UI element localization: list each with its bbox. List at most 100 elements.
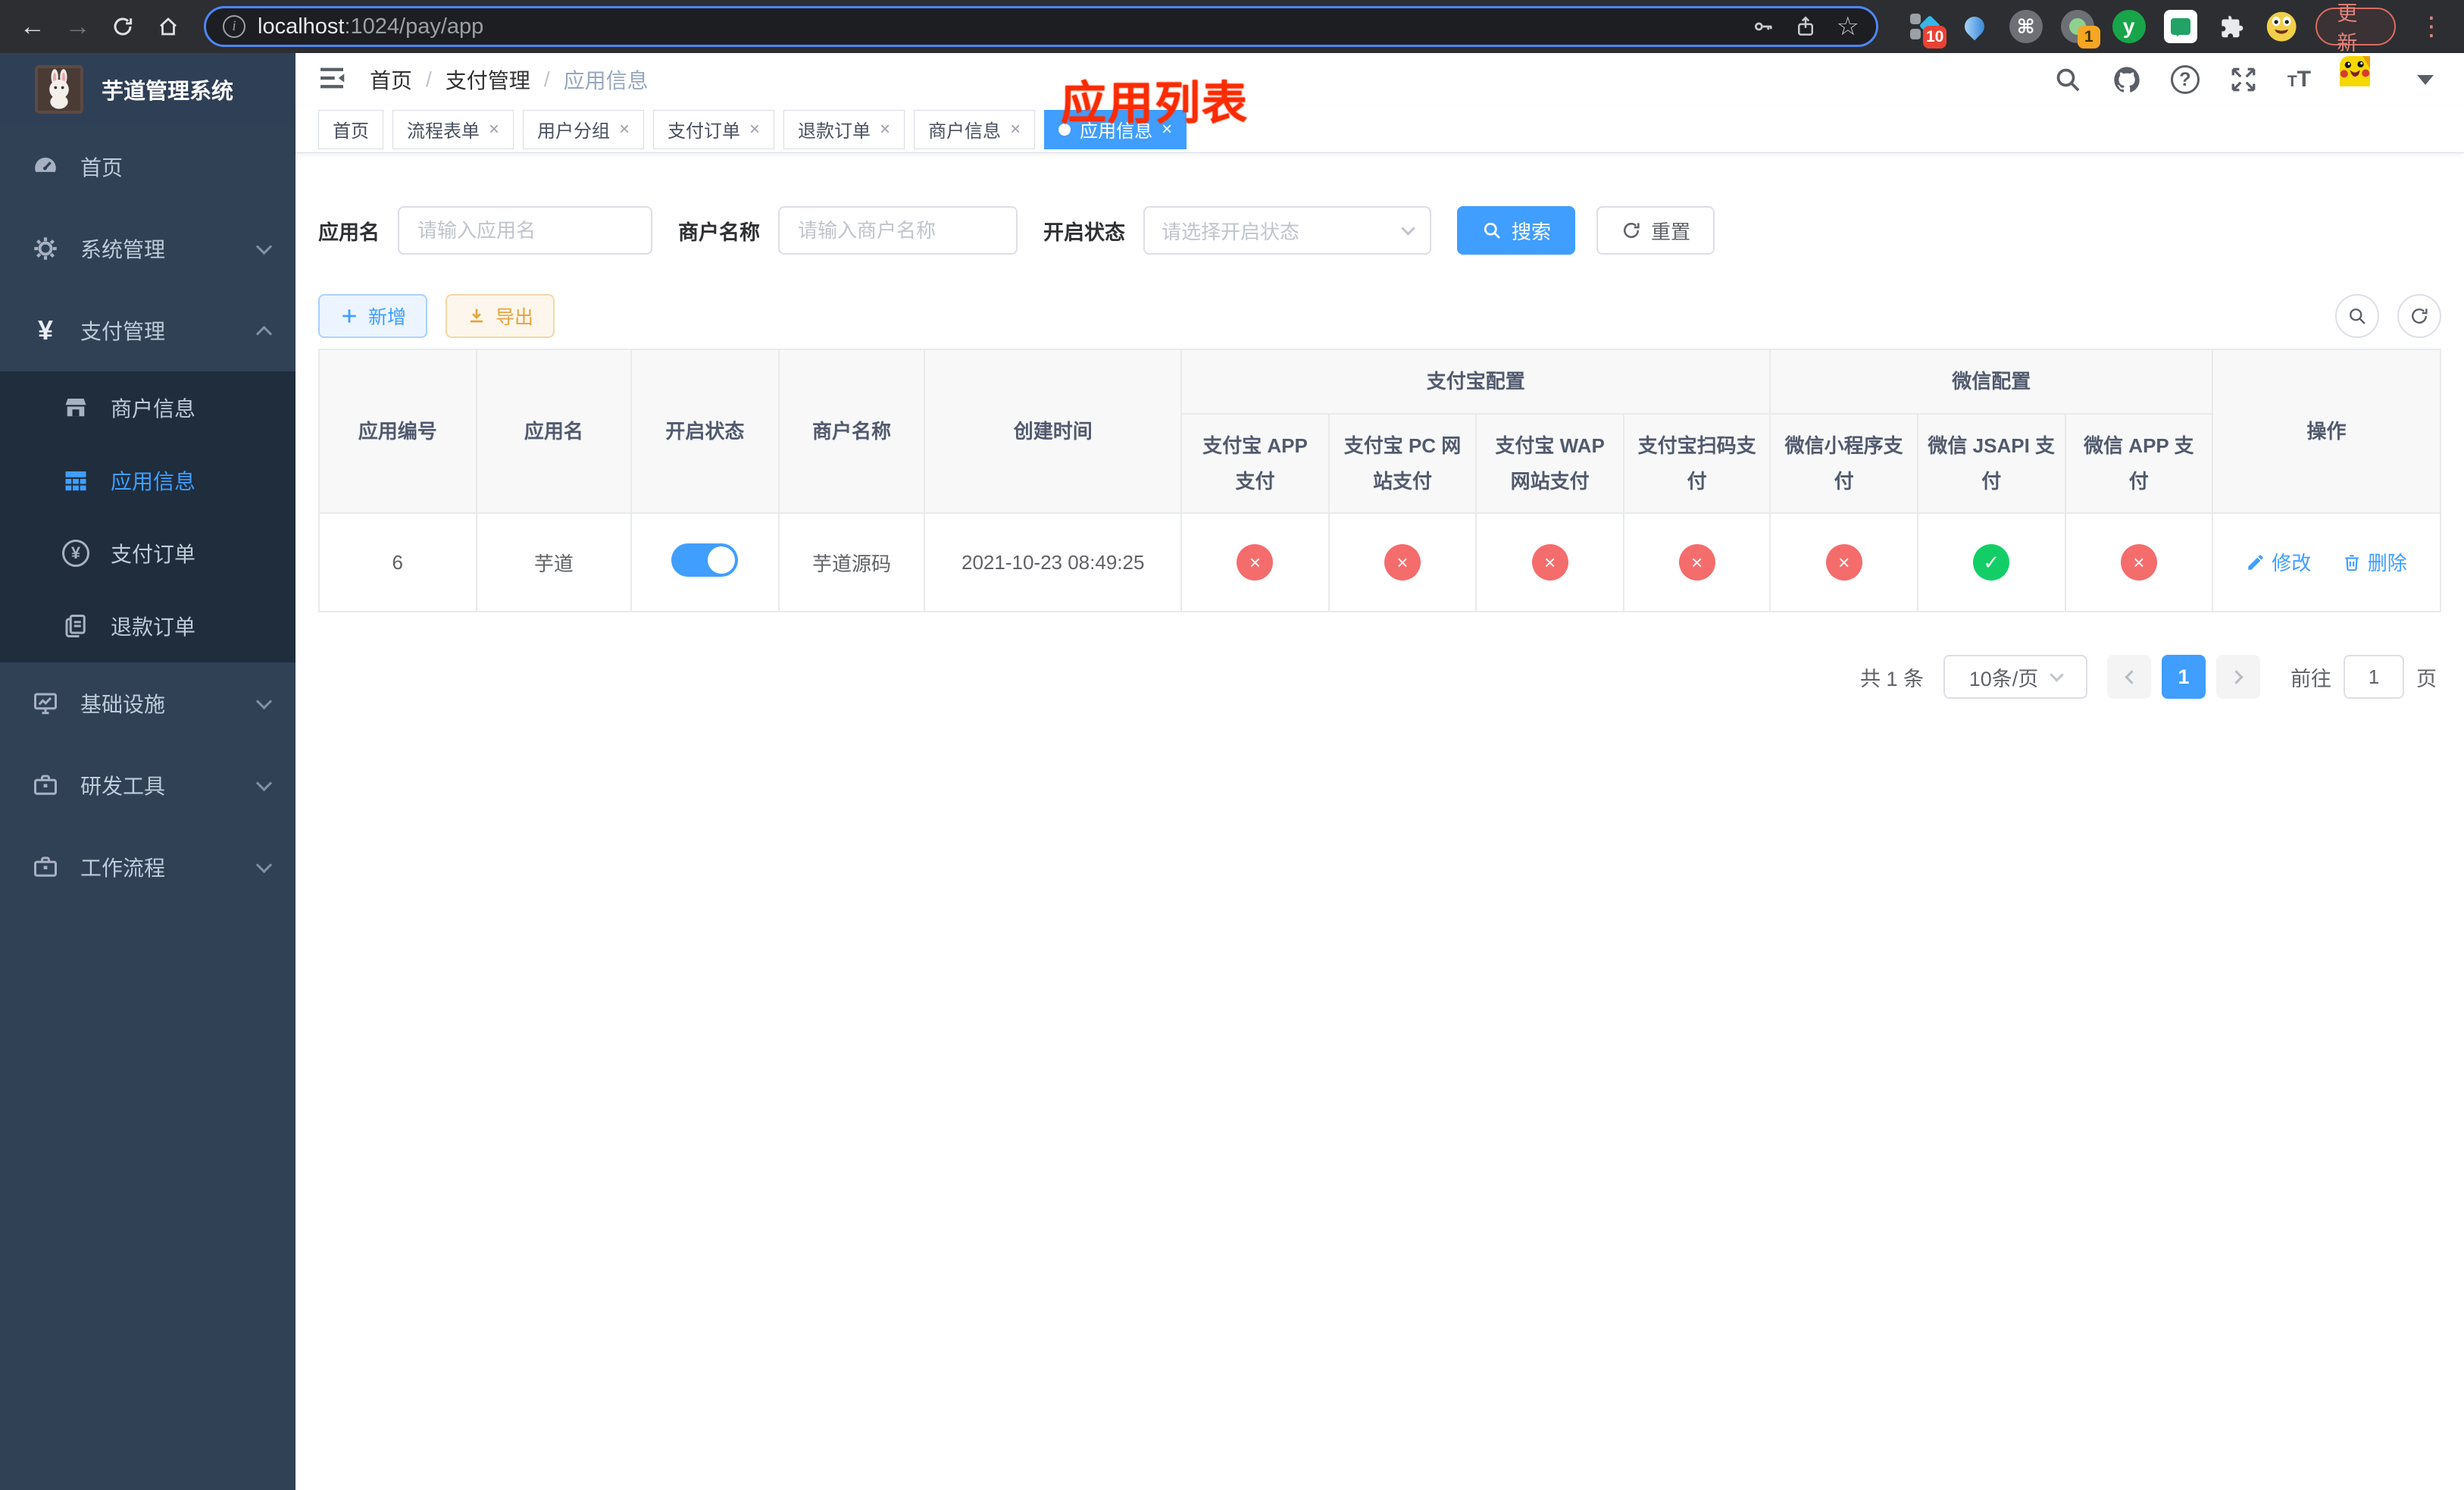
browser-forward-button[interactable]: →	[61, 8, 95, 45]
page-size-select[interactable]: 10条/页	[1943, 655, 2087, 700]
cell-created: 2021-10-23 08:49:25	[924, 512, 1183, 613]
tab-home[interactable]: 首页	[318, 109, 383, 149]
alipay-wap-status-icon: ×	[1531, 544, 1568, 581]
browser-toolbar: ← → i localhost:1024/pay/app ☆ 10 ⌘ 1 y …	[0, 0, 2464, 55]
edit-link[interactable]: 修改	[2246, 548, 2311, 576]
wx-mini-status-icon: ×	[1825, 544, 1862, 581]
font-size-icon[interactable]: TT	[2287, 67, 2311, 92]
sidebar-logo[interactable]: 芋道管理系统	[0, 53, 295, 126]
merchant-name-input[interactable]	[778, 206, 1018, 255]
table-row: 6 芋道 芋道源码 2021-10-23 08:49:25 × × × × × …	[318, 512, 2441, 613]
sidebar-item-system[interactable]: 系统管理	[0, 208, 295, 290]
browser-reload-button[interactable]	[106, 8, 141, 45]
help-icon[interactable]: ?	[2170, 65, 2200, 94]
reset-button[interactable]: 重置	[1596, 206, 1715, 255]
chevron-left-icon	[2124, 670, 2139, 684]
toggle-search-button[interactable]	[2335, 294, 2379, 338]
col-header-app-name: 应用名	[475, 348, 633, 515]
app-name-input[interactable]	[398, 206, 652, 255]
tab-user-group[interactable]: 用户分组 ×	[523, 109, 645, 149]
briefcase-icon	[30, 772, 61, 799]
sidebar-item-pay-orders[interactable]: ¥ 支付订单	[0, 517, 295, 590]
yen-circle-icon: ¥	[61, 540, 91, 567]
sidebar-item-label: 基础设施	[80, 693, 166, 716]
sidebar-item-label: 首页	[80, 156, 124, 180]
cell-app-name: 芋道	[475, 512, 633, 613]
col-header-created: 创建时间	[924, 348, 1183, 515]
profile-avatar-emoji[interactable]	[2265, 9, 2297, 44]
refresh-table-button[interactable]	[2397, 294, 2441, 338]
sidebar-item-infra[interactable]: 基础设施	[0, 662, 295, 744]
status-select[interactable]: 请选择开启状态	[1143, 206, 1431, 255]
sidebar-item-payment[interactable]: ¥ 支付管理	[0, 290, 295, 371]
goto-page-input[interactable]	[2344, 655, 2404, 700]
sidebar-item-home[interactable]: 首页	[0, 126, 295, 208]
tab-pay-orders[interactable]: 支付订单 ×	[653, 109, 775, 149]
user-avatar[interactable]	[2340, 56, 2387, 103]
chevron-up-icon	[255, 325, 273, 342]
password-key-icon[interactable]	[1752, 15, 1775, 38]
col-header-app-id: 应用编号	[318, 348, 477, 515]
close-icon[interactable]: ×	[1010, 119, 1021, 140]
sidebar-collapse-icon[interactable]	[317, 63, 350, 96]
tab-process-form[interactable]: 流程表单 ×	[392, 109, 514, 149]
tab-refund-orders[interactable]: 退款订单 ×	[783, 109, 905, 149]
page-number-button[interactable]: 1	[2162, 655, 2206, 700]
page-content: 应用名 商户名称 开启状态 请选择开启状态	[295, 153, 2464, 1490]
browser-update-button[interactable]: 更新	[2315, 2, 2396, 55]
col-header-status: 开启状态	[630, 348, 780, 515]
wx-app-status-icon: ×	[2120, 544, 2157, 581]
delete-link[interactable]: 删除	[2342, 548, 2407, 576]
sidebar-item-dev-tools[interactable]: 研发工具	[0, 744, 295, 826]
extension-proxy-icon[interactable]: 1	[2060, 9, 2100, 49]
extension-balloon-icon[interactable]	[1959, 9, 1990, 44]
prev-page-button[interactable]	[2107, 655, 2151, 700]
red-annotation-title: 应用列表	[1061, 78, 1249, 129]
sidebar-item-label: 支付订单	[111, 543, 196, 566]
col-header-wx-mini: 微信小程序支付	[1769, 412, 1918, 515]
browser-back-button[interactable]: ←	[15, 8, 50, 45]
close-icon[interactable]: ×	[489, 119, 499, 140]
add-button[interactable]: 新增	[318, 294, 428, 338]
sidebar-item-app-info[interactable]: 应用信息	[0, 444, 295, 517]
github-icon[interactable]	[2112, 64, 2142, 95]
sidebar-item-merchant-info[interactable]: 商户信息	[0, 371, 295, 444]
browser-home-button[interactable]	[151, 8, 186, 45]
col-header-alipay-pc: 支付宝 PC 网站支付	[1327, 412, 1477, 515]
search-icon[interactable]	[2053, 64, 2083, 95]
tab-merchant-info[interactable]: 商户信息 ×	[914, 109, 1036, 149]
share-icon[interactable]	[1794, 15, 1817, 38]
extensions-puzzle-icon[interactable]	[2215, 9, 2247, 44]
sidebar-item-refund-orders[interactable]: 退款订单	[0, 590, 295, 662]
breadcrumb-payment[interactable]: 支付管理	[446, 64, 530, 95]
avatar-caret-icon[interactable]	[2417, 74, 2434, 85]
sidebar-item-workflow[interactable]: 工作流程	[0, 826, 295, 908]
document-icon	[61, 612, 91, 640]
total-count: 共 1 条	[1859, 667, 1924, 690]
next-page-button[interactable]	[2216, 655, 2260, 700]
fullscreen-icon[interactable]	[2228, 64, 2259, 95]
briefcase-icon	[30, 853, 61, 881]
extension-command-icon[interactable]: ⌘	[2009, 9, 2043, 44]
status-toggle[interactable]	[671, 543, 739, 577]
close-icon[interactable]: ×	[619, 119, 630, 140]
browser-menu-icon[interactable]: ⋮	[2414, 11, 2449, 42]
extension-blocks-icon[interactable]: 10	[1909, 9, 1947, 49]
alipay-app-status-icon: ×	[1237, 544, 1274, 581]
extension-chat-icon[interactable]	[2163, 9, 2197, 44]
site-info-icon[interactable]: i	[223, 15, 245, 38]
extension-y-icon[interactable]: y	[2112, 9, 2146, 44]
export-button[interactable]: 导出	[446, 294, 555, 338]
breadcrumb: 首页 / 支付管理 / 应用信息	[370, 64, 649, 95]
sidebar-item-label: 支付管理	[80, 320, 166, 343]
chevron-down-icon	[255, 856, 273, 873]
address-bar[interactable]: i localhost:1024/pay/app ☆	[204, 6, 1878, 47]
breadcrumb-home[interactable]: 首页	[370, 64, 412, 95]
close-icon[interactable]: ×	[749, 119, 760, 140]
bookmark-star-icon[interactable]: ☆	[1837, 14, 1859, 39]
close-icon[interactable]: ×	[880, 119, 890, 140]
search-button[interactable]: 搜索	[1457, 206, 1576, 255]
sidebar-item-label: 系统管理	[80, 238, 166, 261]
table-toolbar: 新增 导出	[318, 294, 2441, 338]
dashboard-icon	[30, 153, 61, 180]
